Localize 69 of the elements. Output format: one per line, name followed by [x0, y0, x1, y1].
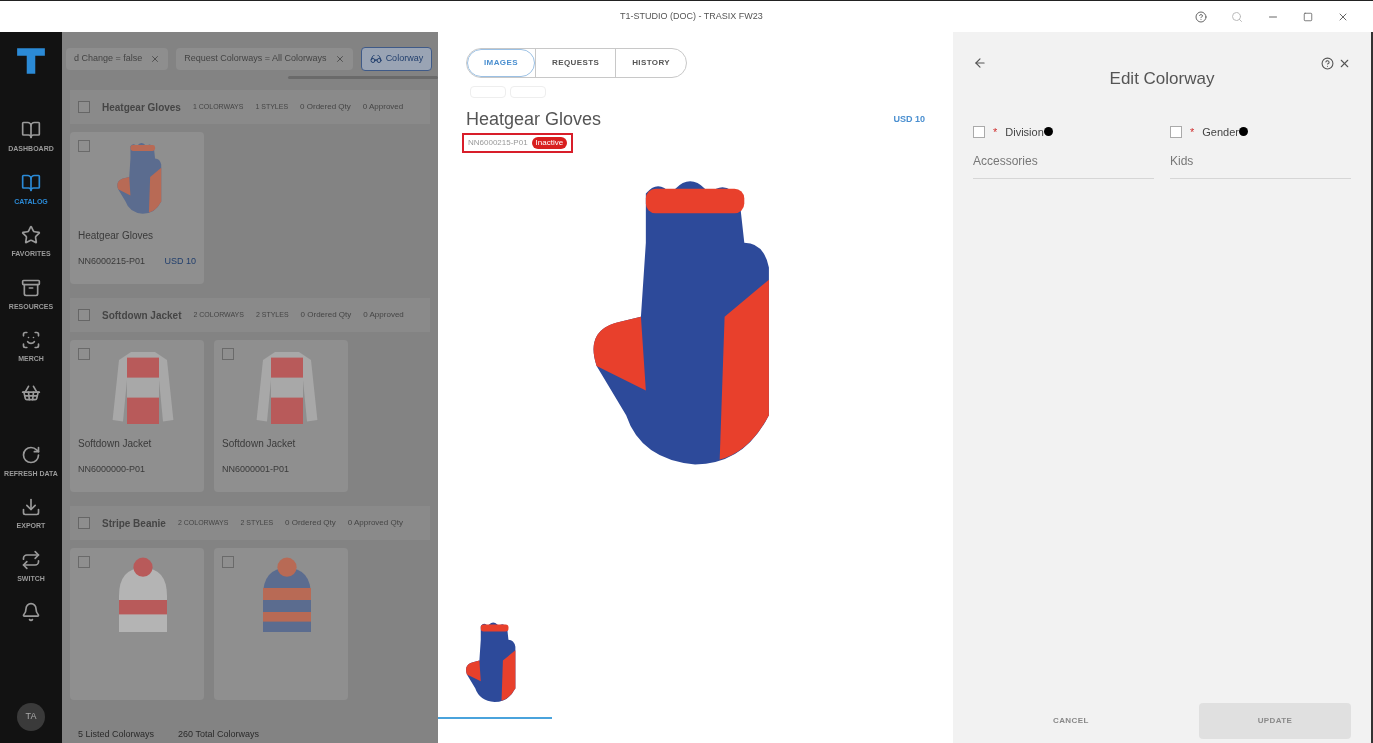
product-price: USD 10 — [893, 112, 925, 126]
refresh-icon — [21, 444, 41, 465]
checkbox[interactable] — [78, 348, 90, 360]
glasses-icon — [369, 53, 382, 65]
field-label: Division — [1005, 124, 1044, 140]
product-card[interactable] — [70, 548, 204, 700]
product-card[interactable] — [214, 548, 348, 700]
update-button: UPDATE — [1199, 703, 1351, 739]
product-code: NN6000001-P01 — [222, 463, 290, 476]
product-name: Softdown Jacket — [222, 437, 297, 451]
status-badge: Inactive — [531, 137, 568, 149]
cancel-button[interactable]: CANCEL — [1013, 703, 1129, 739]
input-field[interactable]: Kids — [1170, 152, 1351, 179]
input-field[interactable]: Accessories — [973, 152, 1154, 179]
colorway-button[interactable]: Colorway — [360, 47, 433, 71]
product-card[interactable]: Heatgear Gloves NN6000215-P01 USD 10 — [70, 132, 204, 284]
info-icon — [1043, 127, 1053, 137]
tab[interactable]: REQUESTS — [534, 49, 616, 77]
checkbox[interactable] — [78, 101, 90, 113]
filter-chip[interactable]: d Change = false — [66, 48, 169, 70]
product-card[interactable]: Softdown Jacket NN6000001-P01 — [214, 340, 348, 492]
status-text: 260 Total Colorways — [178, 727, 259, 741]
group-name: Heatgear Gloves — [102, 100, 181, 115]
product-code: NN6000000-P01 — [78, 463, 146, 476]
checkbox[interactable] — [973, 125, 985, 138]
product-card[interactable]: Softdown Jacket NN6000000-P01 — [70, 340, 204, 492]
checkbox[interactable] — [78, 309, 90, 321]
field-label: Gender — [1202, 124, 1239, 140]
maximize-icon[interactable] — [1303, 11, 1313, 22]
checkbox[interactable] — [222, 348, 234, 360]
book-icon — [21, 120, 41, 140]
checkbox[interactable] — [78, 556, 90, 568]
star-icon — [21, 225, 41, 245]
product-price: USD 10 — [164, 255, 196, 268]
checkbox[interactable] — [78, 140, 90, 152]
search-icon[interactable] — [1231, 10, 1243, 23]
product-code: NN6000215-P01 — [78, 255, 146, 268]
scan-icon — [21, 330, 41, 350]
group-name: Softdown Jacket — [102, 308, 182, 323]
bell-icon — [21, 602, 41, 622]
product-name: Softdown Jacket — [78, 437, 153, 451]
close-icon — [150, 54, 161, 64]
status-text: 5 Listed Colorways — [78, 727, 155, 741]
close-icon — [334, 54, 345, 64]
basket-icon — [21, 382, 41, 403]
back-button[interactable] — [973, 56, 987, 70]
product-title: Heatgear Gloves — [466, 108, 602, 131]
book-icon — [21, 172, 41, 193]
required-asterisk: * — [1190, 124, 1195, 140]
filter-chip[interactable]: Request Colorways = All Colorways — [176, 48, 353, 70]
help-button[interactable] — [1321, 56, 1334, 70]
checkbox[interactable] — [1170, 125, 1182, 138]
download-icon — [21, 497, 41, 517]
product-code: NN6000215-P01 — [468, 137, 528, 149]
archive-icon — [21, 277, 41, 298]
info-icon — [1239, 127, 1248, 137]
window-title: T1-STUDIO (DOC) - TRASIX FW23 — [620, 9, 763, 23]
form-title: Edit Colorway — [1109, 68, 1215, 90]
help-icon — [1321, 56, 1334, 70]
tab[interactable]: HISTORY — [615, 49, 687, 77]
group-name: Stripe Beanie — [102, 516, 166, 531]
checkbox[interactable] — [222, 556, 234, 568]
help-icon[interactable] — [1195, 10, 1207, 23]
switch-icon — [21, 549, 41, 570]
checkbox[interactable] — [78, 517, 90, 529]
back-arrow-icon — [973, 56, 987, 70]
required-asterisk: * — [993, 124, 998, 140]
avatar[interactable]: TA — [17, 703, 45, 731]
product-name: Heatgear Gloves — [78, 229, 155, 243]
